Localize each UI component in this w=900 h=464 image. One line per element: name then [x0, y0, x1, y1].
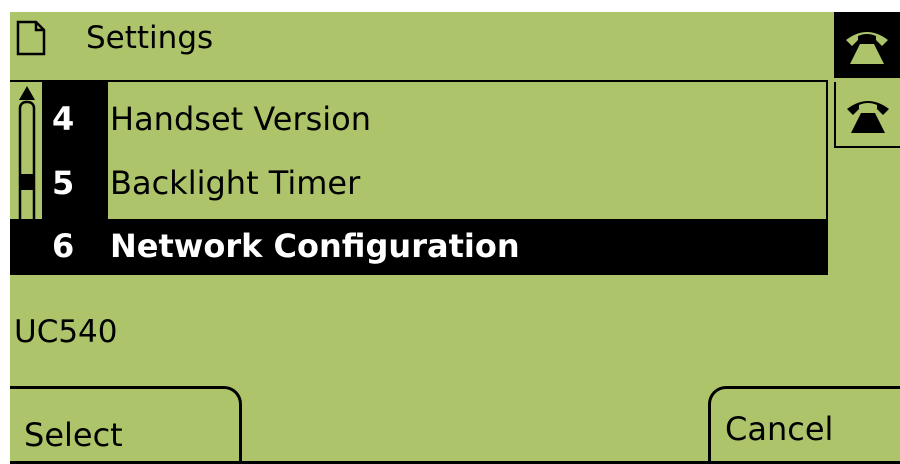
settings-menu-list: 4 Handset Version 5 Backlight Timer 6 Ne… [10, 80, 828, 275]
status-text: UC540 [14, 314, 118, 350]
item-label: Backlight Timer [110, 164, 361, 202]
phone-lcd-screen: Settings 4 Handset Version 5 Backlight T… [10, 12, 900, 464]
list-item-selected[interactable]: 6 Network Configuration [10, 219, 828, 273]
phone-handset-icon [846, 32, 888, 64]
line-button-1[interactable] [834, 12, 900, 78]
item-label: Network Configuration [110, 227, 520, 265]
item-number: 4 [52, 100, 75, 138]
line-button-2[interactable] [834, 82, 900, 148]
phone-handset-icon [847, 101, 889, 133]
document-icon [16, 20, 46, 56]
list-item[interactable]: 5 Backlight Timer [10, 156, 828, 210]
item-number: 5 [52, 164, 75, 202]
item-number: 6 [52, 227, 75, 265]
item-label: Handset Version [110, 100, 372, 138]
list-item[interactable]: 4 Handset Version [10, 92, 828, 146]
page-title: Settings [86, 20, 214, 56]
select-softkey[interactable]: Select [10, 386, 242, 464]
cancel-softkey[interactable]: Cancel [708, 386, 900, 464]
